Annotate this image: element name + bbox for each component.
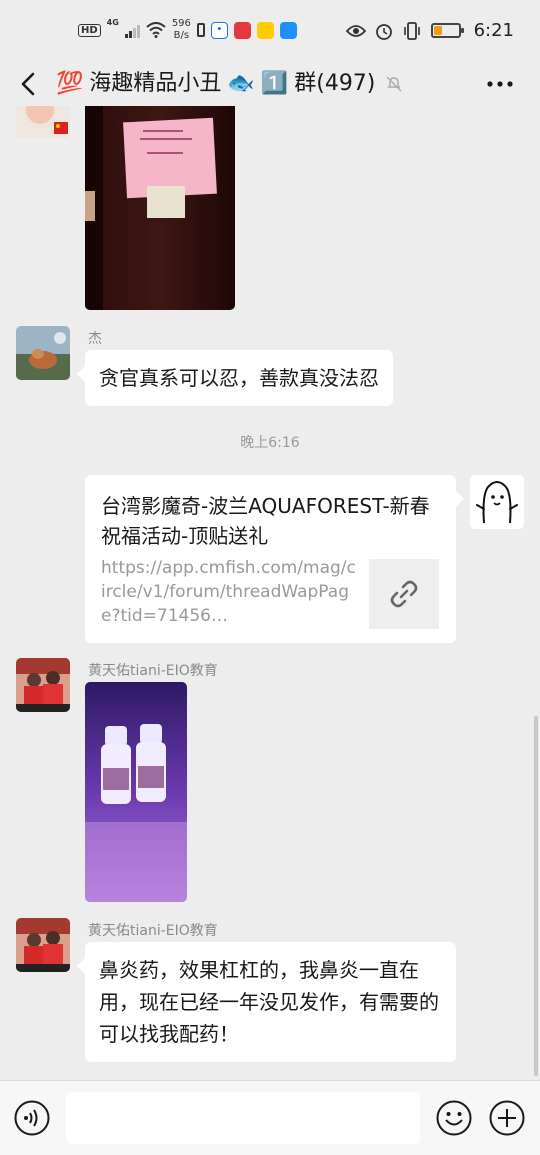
text-message[interactable]: 贪官真系可以忍，善款真没法忍	[77, 350, 393, 406]
link-icon	[390, 580, 418, 608]
eye-icon	[345, 24, 366, 37]
link-thumbnail	[369, 559, 439, 629]
baidu-icon: •	[210, 21, 228, 39]
voice-icon[interactable]	[14, 1100, 50, 1136]
status-left: HD 4G 596 B/s •	[78, 18, 297, 42]
net-speed-value: 596	[171, 18, 191, 29]
my-avatar[interactable]	[470, 475, 524, 529]
avatar[interactable]	[16, 326, 70, 380]
vibrate-icon	[403, 21, 420, 40]
image-message[interactable]	[85, 106, 235, 310]
text-message[interactable]: 鼻炎药，效果杠杠的，我鼻炎一直在用，现在已经一年没见发作，有需要的可以找我配药！	[77, 942, 456, 1062]
timestamp: 晚上6:16	[240, 435, 300, 451]
clock: 6:21	[473, 20, 514, 41]
more-icon[interactable]	[486, 72, 514, 96]
chat-title: 💯 海趣精品小丑 🐟 1️⃣ 群(497)	[56, 68, 403, 100]
avatar[interactable]	[16, 106, 70, 138]
back-icon[interactable]	[14, 68, 44, 100]
alert-icon	[196, 23, 205, 37]
chat-header: 💯 海趣精品小丑 🐟 1️⃣ 群(497)	[0, 62, 540, 106]
alarm-icon	[375, 23, 392, 40]
kuwo-icon	[279, 21, 297, 39]
plus-icon[interactable]	[489, 1100, 525, 1136]
avatar[interactable]	[16, 918, 70, 972]
message-list[interactable]: 杰 贪官真系可以忍，善款真没法忍 晚上6:16 台湾影魔奇-波兰AQUAFORE…	[0, 106, 540, 1080]
taobao-icon	[256, 21, 274, 39]
network-type: 4G	[106, 18, 119, 27]
battery-icon	[430, 23, 464, 38]
keycap-emoji: 1️⃣	[260, 71, 289, 96]
link-card[interactable]: 台湾影魔奇-波兰AQUAFOREST-新春祝福活动-顶贴送礼 https://a…	[85, 475, 464, 643]
scrollbar[interactable]	[534, 716, 538, 1076]
emoji-icon[interactable]	[436, 1100, 472, 1136]
title-text: 海趣精品小丑	[89, 71, 222, 96]
link-title: 台湾影魔奇-波兰AQUAFOREST-新春祝福活动-顶贴送礼	[101, 494, 430, 548]
signal-icon	[124, 22, 140, 38]
wifi-icon	[146, 22, 166, 38]
status-bar: HD 4G 596 B/s • 6:21	[0, 0, 540, 62]
image-message[interactable]	[85, 682, 187, 902]
toutiao-icon	[233, 21, 251, 39]
sender-name: 杰	[88, 331, 102, 347]
fish-emoji: 🐟	[227, 71, 255, 96]
sender-name: 黄天佑tiani-EIO教育	[88, 663, 218, 679]
input-bar	[0, 1080, 540, 1155]
message-input[interactable]	[66, 1092, 420, 1144]
status-right: 6:21	[345, 20, 514, 41]
link-url: https://app.cmfish.com/mag/circle/v1/for…	[101, 558, 356, 626]
sender-name: 黄天佑tiani-EIO教育	[88, 923, 218, 939]
net-speed: 596 B/s	[172, 18, 191, 42]
title-group-count: 群(497)	[294, 71, 376, 96]
hundred-emoji: 💯	[56, 71, 84, 96]
hd-indicator: HD	[78, 23, 101, 37]
net-speed-unit: B/s	[173, 30, 190, 41]
avatar[interactable]	[16, 658, 70, 712]
mute-icon	[386, 76, 402, 92]
